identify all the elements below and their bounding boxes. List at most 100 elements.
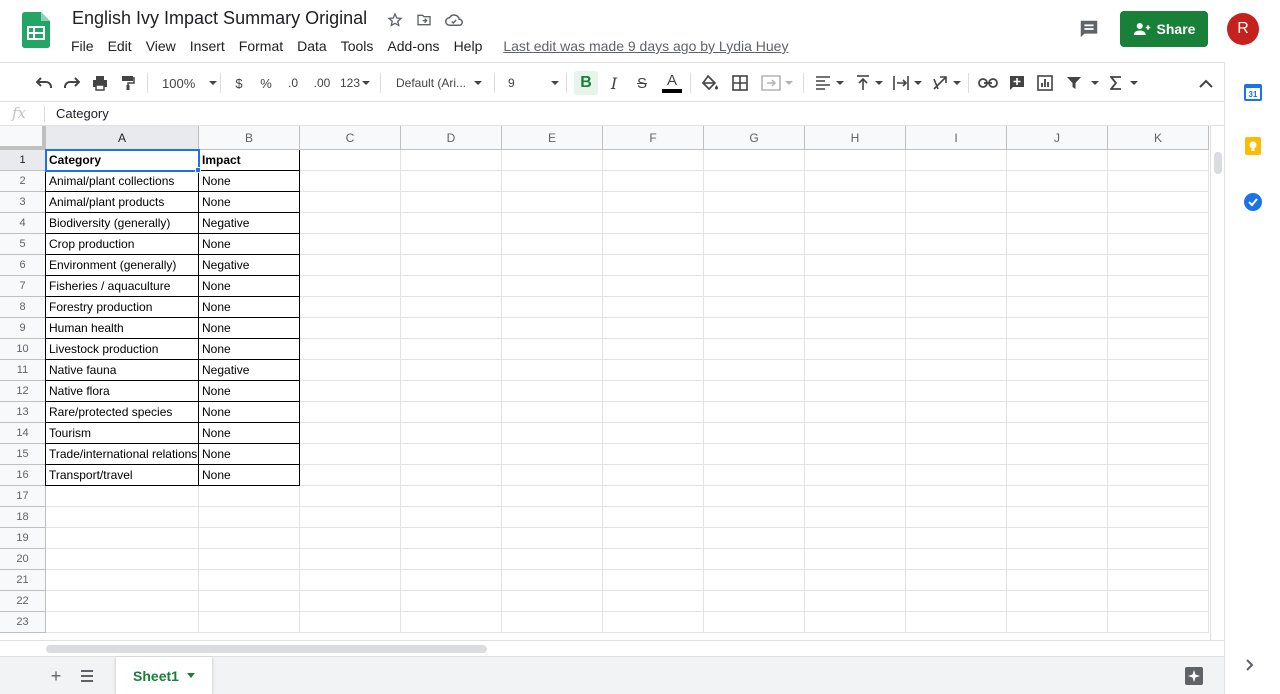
column-header[interactable]: G	[704, 126, 805, 150]
insert-link-icon[interactable]	[977, 71, 999, 95]
cell-A21[interactable]	[46, 570, 199, 591]
cell-D1[interactable]	[401, 150, 502, 171]
decrease-decimal-button[interactable]: .0	[283, 71, 303, 95]
cell-A13[interactable]: Rare/protected species	[46, 402, 199, 423]
cell-E21[interactable]	[502, 570, 603, 591]
cell-E1[interactable]	[502, 150, 603, 171]
cell-C17[interactable]	[300, 486, 401, 507]
cell-K22[interactable]	[1108, 591, 1209, 612]
cell-B6[interactable]: Negative	[199, 255, 300, 276]
cell-J19[interactable]	[1007, 528, 1108, 549]
cell-D22[interactable]	[401, 591, 502, 612]
cell-I2[interactable]	[906, 171, 1007, 192]
cell-D23[interactable]	[401, 612, 502, 633]
cell-H15[interactable]	[805, 444, 906, 465]
avatar[interactable]: R	[1227, 13, 1259, 45]
sheet-tab-sheet1[interactable]: Sheet1	[116, 657, 212, 694]
cell-H7[interactable]	[805, 276, 906, 297]
cell-F12[interactable]	[603, 381, 704, 402]
cell-G15[interactable]	[704, 444, 805, 465]
cell-H10[interactable]	[805, 339, 906, 360]
cell-H8[interactable]	[805, 297, 906, 318]
cell-I9[interactable]	[906, 318, 1007, 339]
cell-D20[interactable]	[401, 549, 502, 570]
cell-J8[interactable]	[1007, 297, 1108, 318]
cell-F21[interactable]	[603, 570, 704, 591]
cell-I5[interactable]	[906, 234, 1007, 255]
cell-D4[interactable]	[401, 213, 502, 234]
cell-A15[interactable]: Trade/international relations	[46, 444, 199, 465]
cell-E10[interactable]	[502, 339, 603, 360]
currency-format-button[interactable]: $	[230, 71, 248, 95]
cell-K8[interactable]	[1108, 297, 1209, 318]
vertical-scrollbar[interactable]	[1210, 126, 1224, 640]
more-formats-select[interactable]: 123	[338, 71, 372, 95]
row-header[interactable]: 22	[0, 591, 46, 612]
cell-B11[interactable]: Negative	[199, 360, 300, 381]
cell-K12[interactable]	[1108, 381, 1209, 402]
cell-C5[interactable]	[300, 234, 401, 255]
row-header[interactable]: 9	[0, 318, 46, 339]
cell-I3[interactable]	[906, 192, 1007, 213]
row-header[interactable]: 3	[0, 192, 46, 213]
cell-C13[interactable]	[300, 402, 401, 423]
row-header[interactable]: 1	[0, 150, 46, 171]
cell-K11[interactable]	[1108, 360, 1209, 381]
cell-H22[interactable]	[805, 591, 906, 612]
cell-A10[interactable]: Livestock production	[46, 339, 199, 360]
cell-D5[interactable]	[401, 234, 502, 255]
fill-handle[interactable]	[195, 167, 201, 173]
cell-K18[interactable]	[1108, 507, 1209, 528]
cell-E7[interactable]	[502, 276, 603, 297]
cell-B2[interactable]: None	[199, 171, 300, 192]
cell-F10[interactable]	[603, 339, 704, 360]
keep-icon[interactable]	[1243, 136, 1263, 156]
filter-icon[interactable]	[1062, 71, 1102, 95]
cell-B9[interactable]: None	[199, 318, 300, 339]
cell-K6[interactable]	[1108, 255, 1209, 276]
cell-B19[interactable]	[199, 528, 300, 549]
row-header[interactable]: 16	[0, 465, 46, 486]
cell-I6[interactable]	[906, 255, 1007, 276]
cell-F8[interactable]	[603, 297, 704, 318]
cell-G21[interactable]	[704, 570, 805, 591]
italic-button[interactable]: I	[604, 71, 624, 95]
vertical-scroll-thumb[interactable]	[1214, 152, 1222, 174]
cell-D6[interactable]	[401, 255, 502, 276]
column-header[interactable]: D	[401, 126, 502, 150]
cell-H14[interactable]	[805, 423, 906, 444]
cell-H2[interactable]	[805, 171, 906, 192]
row-header[interactable]: 6	[0, 255, 46, 276]
menu-help[interactable]: Help	[447, 36, 490, 56]
cell-J11[interactable]	[1007, 360, 1108, 381]
cell-B7[interactable]: None	[199, 276, 300, 297]
cell-E8[interactable]	[502, 297, 603, 318]
cell-D14[interactable]	[401, 423, 502, 444]
row-header[interactable]: 20	[0, 549, 46, 570]
all-sheets-icon[interactable]	[76, 665, 98, 687]
cell-D16[interactable]	[401, 465, 502, 486]
cell-I11[interactable]	[906, 360, 1007, 381]
cell-I1[interactable]	[906, 150, 1007, 171]
print-icon[interactable]	[90, 71, 110, 95]
cell-J23[interactable]	[1007, 612, 1108, 633]
cell-E15[interactable]	[502, 444, 603, 465]
cell-I21[interactable]	[906, 570, 1007, 591]
cell-A12[interactable]: Native flora	[46, 381, 199, 402]
cell-J15[interactable]	[1007, 444, 1108, 465]
increase-decimal-button[interactable]: .00	[310, 71, 334, 95]
text-color-button[interactable]: A	[660, 71, 684, 95]
cell-K4[interactable]	[1108, 213, 1209, 234]
cell-B20[interactable]	[199, 549, 300, 570]
cell-F15[interactable]	[603, 444, 704, 465]
cell-I17[interactable]	[906, 486, 1007, 507]
cell-J13[interactable]	[1007, 402, 1108, 423]
bold-button[interactable]: B	[574, 71, 598, 95]
cell-J17[interactable]	[1007, 486, 1108, 507]
cell-E18[interactable]	[502, 507, 603, 528]
merge-cells-icon[interactable]	[759, 71, 795, 95]
cell-I16[interactable]	[906, 465, 1007, 486]
cell-F20[interactable]	[603, 549, 704, 570]
cell-I22[interactable]	[906, 591, 1007, 612]
cell-C9[interactable]	[300, 318, 401, 339]
